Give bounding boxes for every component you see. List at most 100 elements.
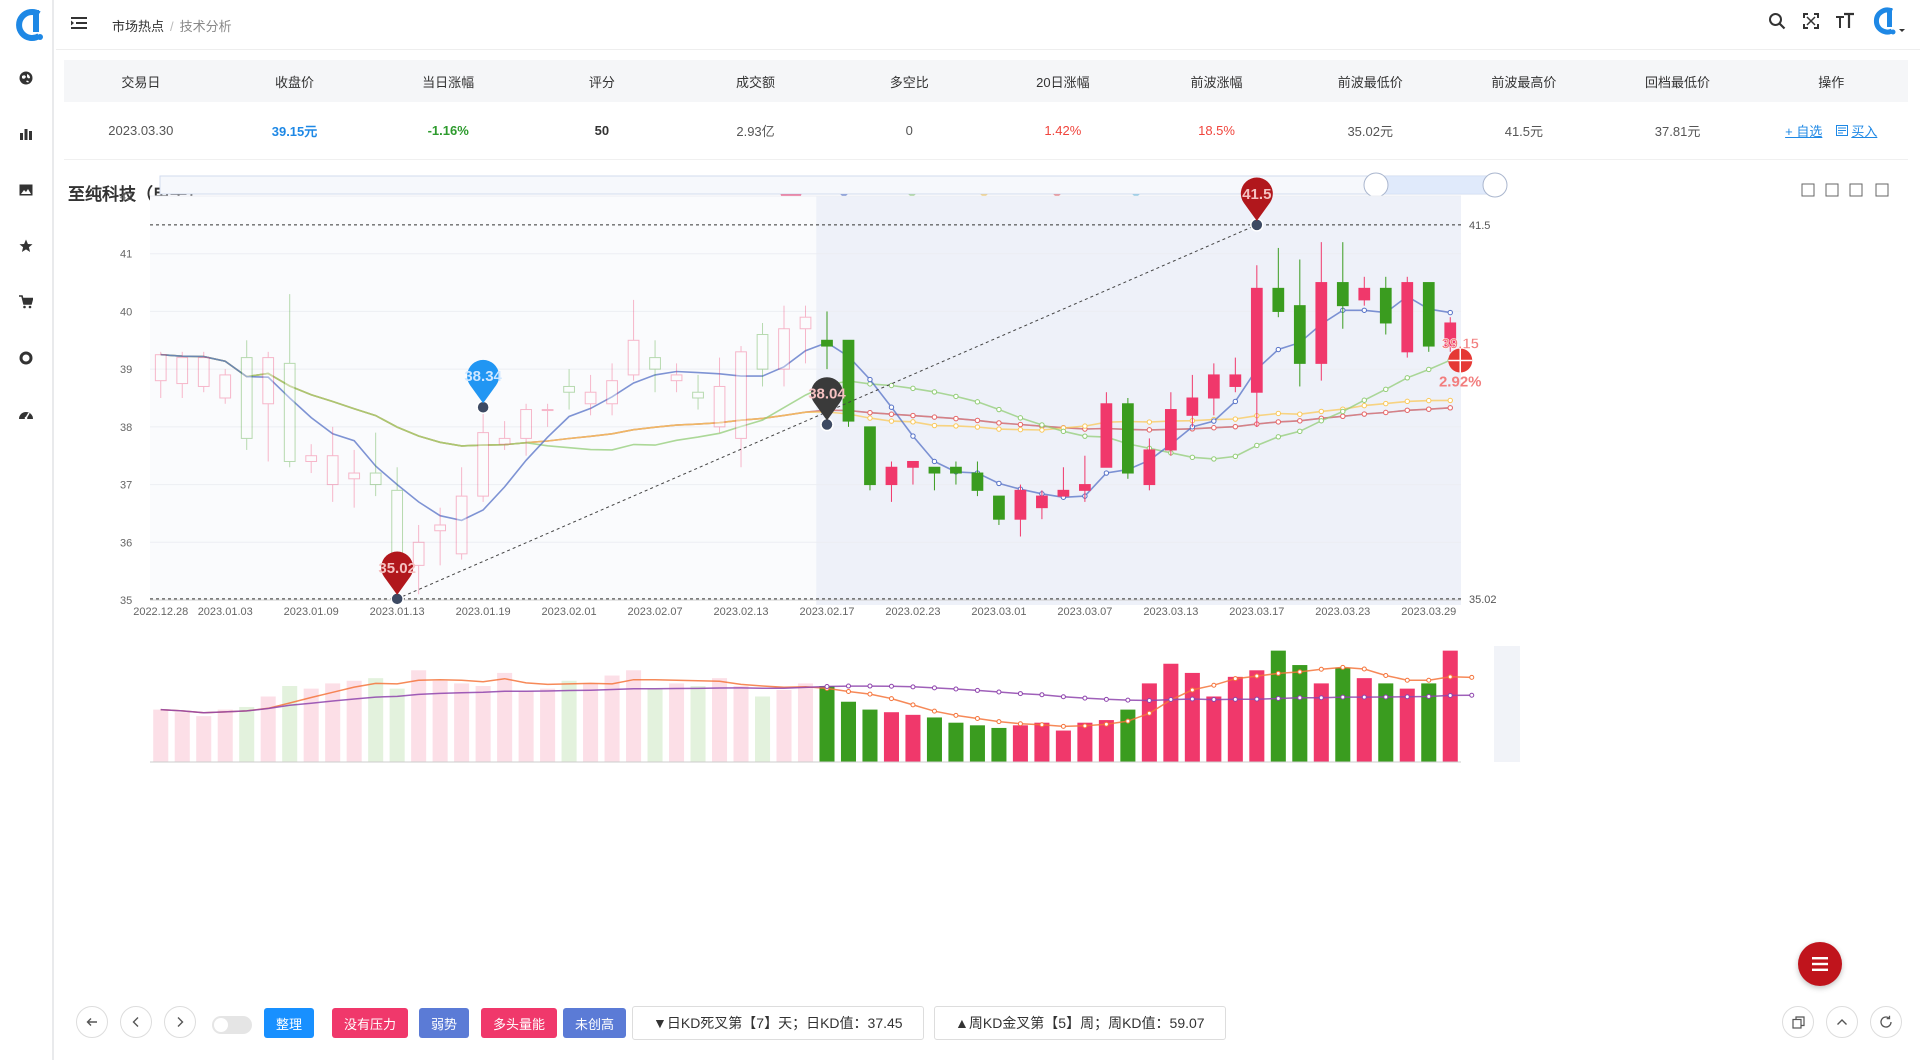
volume-ma-point — [845, 683, 851, 689]
volume-bar — [948, 722, 964, 762]
ma5-point — [931, 458, 938, 465]
tag-bull-volume[interactable]: 多头量能 — [481, 1008, 558, 1038]
volume-ma-point — [910, 702, 916, 708]
dashboard-icon[interactable] — [14, 402, 38, 426]
copy-button[interactable] — [1782, 1006, 1814, 1038]
cell-close: 39.15元 — [271, 124, 318, 139]
ma31-point — [953, 423, 959, 429]
ma63-point — [974, 417, 981, 424]
volume-ma-point — [1168, 697, 1174, 703]
volume-bar — [1163, 663, 1179, 762]
zoom-handle[interactable] — [1363, 172, 1389, 198]
candle-body — [477, 432, 489, 497]
candle-body — [1315, 282, 1328, 364]
candle-body — [928, 466, 941, 474]
fullscreen-icon[interactable] — [1800, 10, 1822, 32]
buy-link[interactable]: 买入 — [1851, 121, 1877, 140]
volume-ma-point — [1189, 696, 1195, 702]
cell-date: 2023.03.30 — [108, 123, 174, 138]
export-icon[interactable] — [1875, 183, 1889, 197]
candle-body — [1164, 409, 1177, 451]
tag-weak[interactable]: 弱势 — [419, 1008, 470, 1038]
volume-ma-point — [1340, 694, 1346, 700]
zoom-handle[interactable] — [1482, 172, 1508, 198]
volume-ma-point — [1447, 674, 1453, 680]
volume-bar — [862, 709, 878, 762]
lifebuoy-icon[interactable] — [14, 346, 38, 370]
menu-toggle-icon[interactable] — [70, 14, 88, 32]
candle-body — [735, 351, 747, 439]
refresh-button[interactable] — [1870, 1006, 1902, 1038]
marker-label: 38.04 — [808, 386, 846, 403]
bottom-toolbar: 整理 没有压力 弱势 多头量能 未创高 ▼日KD死叉第【7】天；日KD值：37.… — [56, 1000, 1920, 1048]
add-watchlist-link[interactable]: + 自选 — [1785, 121, 1822, 140]
x-tick-label: 2023.03.29 — [1401, 606, 1456, 618]
floating-menu-button[interactable] — [1798, 942, 1842, 986]
candle-body — [369, 472, 382, 486]
x-tick-label: 2023.01.13 — [370, 606, 425, 618]
ma31-point — [867, 415, 873, 421]
ma5-point — [867, 376, 873, 383]
search-icon[interactable] — [1766, 10, 1788, 32]
mode-toggle-switch[interactable] — [212, 1016, 252, 1034]
back-arrow-button[interactable] — [76, 1006, 108, 1038]
ma18-point — [1426, 366, 1432, 373]
next-button[interactable] — [164, 1006, 196, 1038]
ma18-point — [1340, 408, 1346, 415]
ma63-point — [931, 414, 938, 420]
tag-no-new-high[interactable]: 未创高 — [563, 1008, 627, 1038]
volume-bar — [217, 709, 233, 762]
volume-bar — [733, 686, 749, 762]
kline-chart[interactable]: KMA5MA18MA31MA63MA2503536373839404142202… — [56, 170, 1920, 940]
font-size-icon[interactable] — [1834, 10, 1856, 32]
image-icon[interactable] — [14, 178, 38, 202]
trade-icon — [1836, 125, 1849, 136]
ma31-point — [931, 422, 938, 429]
ma18-point — [1404, 375, 1410, 381]
user-avatar-icon[interactable] — [1868, 7, 1906, 35]
star-icon[interactable] — [14, 234, 38, 258]
cart-icon[interactable] — [14, 290, 38, 314]
ma31-point — [996, 426, 1002, 432]
globe-icon[interactable] — [14, 66, 38, 90]
volume-ma-point — [953, 712, 959, 718]
restore-icon[interactable] — [1825, 183, 1839, 197]
tag-consolidation[interactable]: 整理 — [264, 1008, 315, 1038]
volume-bar — [690, 686, 706, 762]
y-tick-label: 37 — [120, 480, 132, 492]
ma18-point — [1275, 434, 1282, 440]
candle — [197, 351, 210, 393]
volume-bar — [1055, 730, 1071, 762]
y-tick-label: 39 — [120, 364, 132, 376]
ma63-point — [888, 411, 895, 417]
move-icon[interactable] — [1849, 183, 1863, 197]
ma31-point — [1039, 427, 1045, 433]
tag-no-pressure[interactable]: 没有压力 — [332, 1008, 409, 1038]
col-close-header: 收盘价 — [275, 74, 315, 90]
candle-body — [649, 357, 661, 370]
volume-bar — [905, 714, 921, 762]
ma5-point — [1211, 418, 1217, 424]
candle-body — [584, 391, 597, 405]
breadcrumb-parent[interactable]: 市场热点 — [112, 19, 164, 34]
y-tick-label: 41 — [120, 249, 132, 261]
volume-bar — [1141, 683, 1157, 762]
volume-ma-point — [1082, 723, 1088, 729]
app-logo-icon[interactable] — [10, 8, 44, 42]
candle-body — [219, 374, 232, 399]
candle — [1122, 398, 1134, 479]
candle-body — [541, 409, 554, 412]
ma31-point — [1297, 411, 1303, 417]
scroll-top-button[interactable] — [1826, 1006, 1858, 1038]
volume-bar — [754, 696, 771, 762]
change-percent-label: 2.92% — [1439, 373, 1482, 390]
zoom-slider-window — [1376, 176, 1495, 194]
bar-chart-icon[interactable] — [14, 122, 38, 146]
ma18-point — [888, 382, 895, 389]
volume-ma-point — [1146, 697, 1152, 703]
prev-button[interactable] — [120, 1006, 152, 1038]
volume-bar — [1184, 672, 1200, 762]
crop-icon[interactable] — [1801, 183, 1815, 197]
volume-ma-point — [867, 683, 873, 689]
volume-ma-point — [1211, 697, 1217, 703]
